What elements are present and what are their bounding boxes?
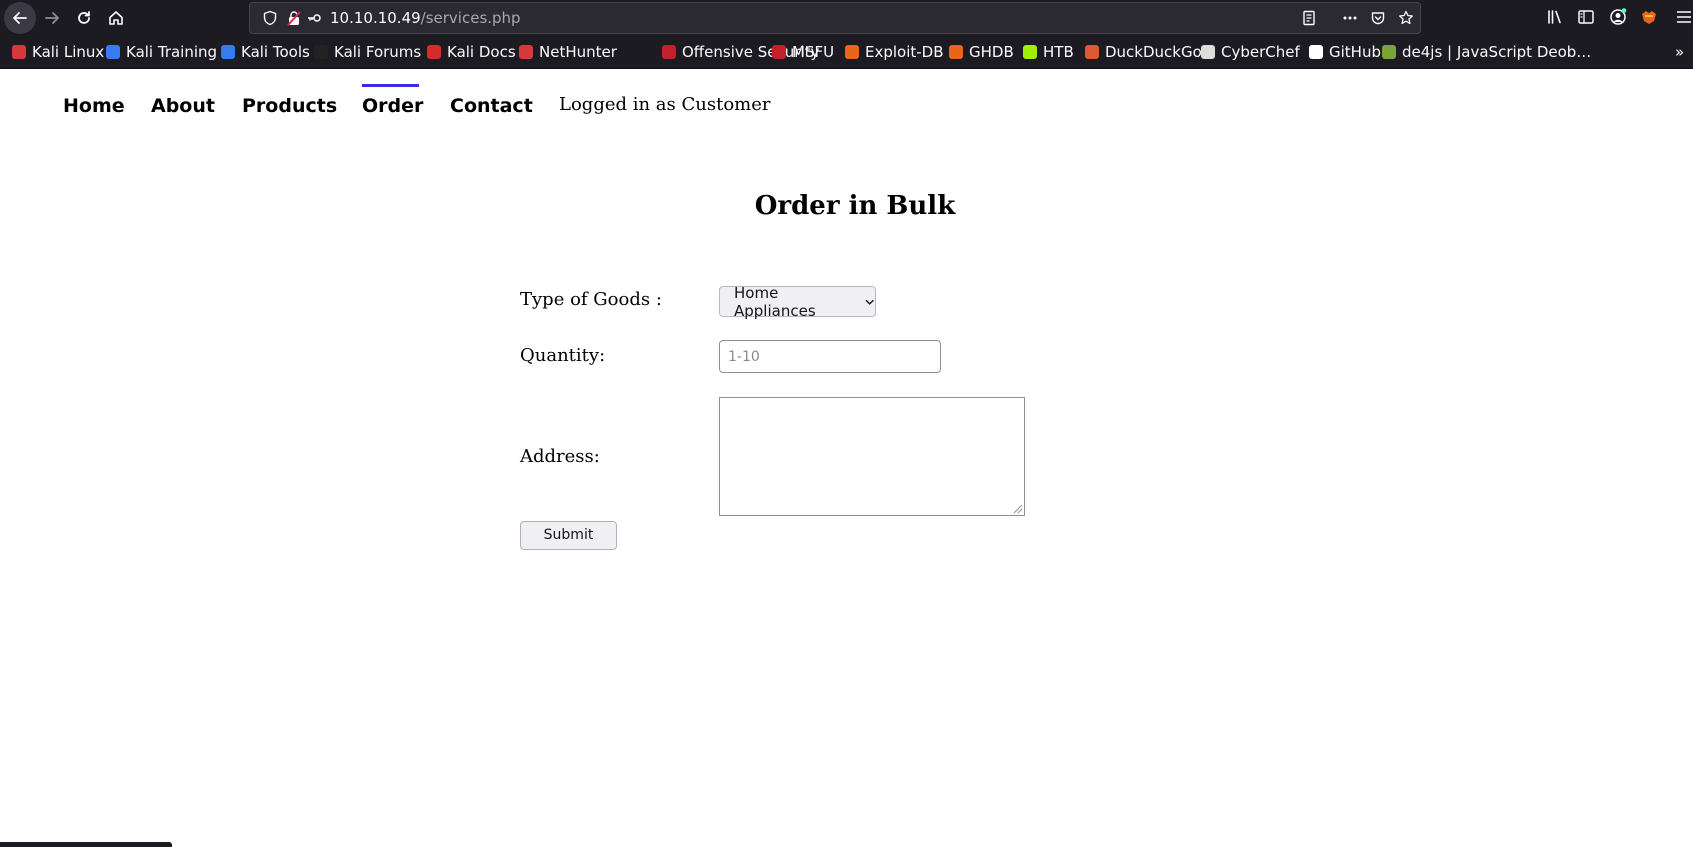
nav-about[interactable]: About <box>151 95 215 117</box>
submit-button[interactable]: Submit <box>520 521 617 550</box>
page-title: Order in Bulk <box>754 191 956 221</box>
bookmark-item[interactable]: de4js | JavaScript Deob… <box>1382 36 1591 68</box>
htb-cube-icon <box>1023 45 1037 59</box>
status-strip <box>0 842 172 847</box>
bookmark-star-icon[interactable] <box>1398 10 1414 26</box>
duckduckgo-icon <box>1085 45 1099 59</box>
arrow-left-icon <box>13 12 27 24</box>
bookmark-item[interactable]: Kali Tools <box>221 36 310 68</box>
quantity-label: Quantity: <box>520 345 606 366</box>
bookmark-item[interactable]: Kali Training <box>106 36 217 68</box>
goods-type-value: Home Appliances <box>734 283 816 320</box>
reload-button[interactable] <box>68 2 100 34</box>
back-button[interactable] <box>4 2 36 34</box>
bookmark-label: DuckDuckGo <box>1105 43 1202 61</box>
goods-type-label: Type of Goods : <box>520 289 662 310</box>
bookmark-label: de4js | JavaScript Deob… <box>1402 43 1592 61</box>
bookmarks-toolbar: » Kali Linux Kali Training Kali Tools Kali … <box>0 36 1693 69</box>
bookmark-label: Kali Docs <box>447 43 516 61</box>
bookmark-label: GHDB <box>969 43 1014 61</box>
offsec-icon <box>662 45 676 59</box>
url-bar[interactable]: 10.10.10.49/services.php <box>249 2 1421 34</box>
de4js-icon <box>1382 45 1396 59</box>
browser-toolbar: 10.10.10.49/services.php <box>0 0 1693 36</box>
arrow-right-icon <box>45 12 59 24</box>
reader-view-icon[interactable] <box>1301 10 1317 26</box>
resize-grip-icon[interactable] <box>1011 502 1023 514</box>
bookmark-item[interactable]: MSFU <box>772 36 834 68</box>
reload-icon <box>78 11 90 24</box>
bookmark-item[interactable]: DuckDuckGo <box>1085 36 1202 68</box>
kali-forums-icon <box>314 45 328 59</box>
url-host: 10.10.10.49 <box>330 9 421 27</box>
msfu-icon <box>772 45 786 59</box>
account-icon[interactable] <box>1609 8 1627 26</box>
bookmark-label: HTB <box>1043 43 1074 61</box>
key-icon[interactable] <box>306 10 322 26</box>
home-icon <box>109 11 123 25</box>
bookmark-label: NetHunter <box>539 43 617 61</box>
chevron-down-icon <box>865 299 874 305</box>
url-path: /services.php <box>420 9 521 27</box>
bookmark-item[interactable]: HTB <box>1023 36 1074 68</box>
forward-button[interactable] <box>36 2 68 34</box>
goods-type-select[interactable]: Home Appliances <box>719 283 876 320</box>
url-text[interactable]: 10.10.10.49/services.php <box>330 3 521 33</box>
address-label: Address: <box>520 446 600 467</box>
ghdb-icon <box>949 45 963 59</box>
nav-contact[interactable]: Contact <box>450 95 533 117</box>
nav-home[interactable]: Home <box>63 95 125 117</box>
github-icon <box>1309 45 1323 59</box>
bookmark-item[interactable]: Kali Linux <box>12 36 104 68</box>
bookmarks-overflow-icon[interactable]: » <box>1675 42 1689 62</box>
bookmark-label: Exploit-DB <box>865 43 944 61</box>
pocket-icon[interactable] <box>1370 10 1386 26</box>
nav-products[interactable]: Products <box>242 95 337 117</box>
quantity-input[interactable] <box>719 340 941 373</box>
bookmark-item[interactable]: GHDB <box>949 36 1014 68</box>
bookmark-item[interactable]: GitHub <box>1309 36 1381 68</box>
bookmark-item[interactable]: NetHunter <box>519 36 617 68</box>
shield-icon[interactable] <box>262 10 278 26</box>
bookmark-item[interactable]: CyberChef <box>1201 36 1300 68</box>
more-actions-icon[interactable] <box>1342 10 1358 26</box>
menu-icon[interactable] <box>1675 8 1691 26</box>
bookmark-label: Kali Forums <box>334 43 422 61</box>
kali-training-icon <box>106 45 120 59</box>
bookmark-label: GitHub <box>1329 43 1381 61</box>
kali-tools-icon <box>221 45 235 59</box>
nav-order[interactable]: Order <box>362 95 423 117</box>
library-icon[interactable] <box>1546 8 1564 26</box>
nethunter-icon <box>519 45 533 59</box>
bookmark-label: MSFU <box>792 43 835 61</box>
bookmark-item[interactable]: Kali Forums <box>314 36 421 68</box>
insecure-lock-icon[interactable] <box>286 10 302 26</box>
exploit-db-icon <box>845 45 859 59</box>
login-status: Logged in as Customer <box>559 94 771 115</box>
bookmark-label: Kali Tools <box>241 43 310 61</box>
cyberchef-icon <box>1201 45 1215 59</box>
bookmark-label: Kali Linux <box>32 43 105 61</box>
extension-fox-icon[interactable] <box>1640 8 1658 26</box>
home-button[interactable] <box>100 2 132 34</box>
kali-docs-icon <box>427 45 441 59</box>
sidebar-icon[interactable] <box>1577 8 1595 26</box>
bookmark-item[interactable]: Kali Docs <box>427 36 516 68</box>
kali-dragon-icon <box>12 45 26 59</box>
bookmark-label: Kali Training <box>126 43 218 61</box>
address-textarea[interactable] <box>719 397 1025 516</box>
site-nav: Home About Products Order Contact Logged… <box>0 69 1693 139</box>
bookmark-label: CyberChef <box>1221 43 1300 61</box>
bookmark-item[interactable]: Exploit-DB <box>845 36 944 68</box>
active-nav-indicator <box>362 84 419 87</box>
